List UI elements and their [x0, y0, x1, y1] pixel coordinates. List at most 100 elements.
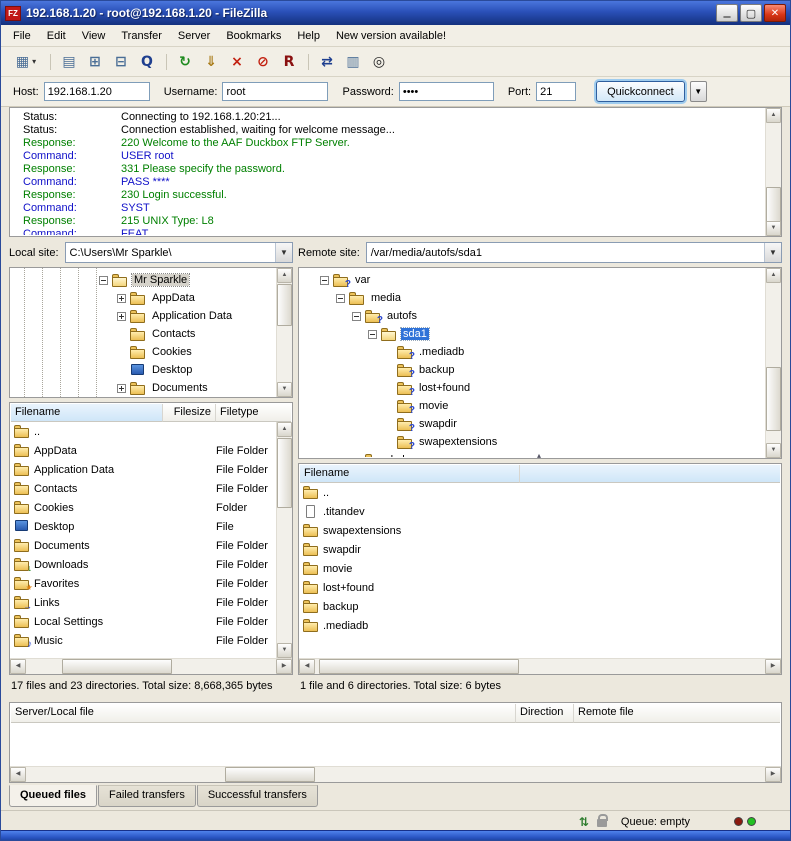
menu-item[interactable]: New version available! — [328, 26, 454, 46]
tree-expander[interactable] — [117, 294, 126, 303]
tree-item[interactable]: .mediadb — [300, 343, 764, 361]
queue-hscrollbar[interactable]: ◀ ▶ — [10, 766, 781, 782]
menu-item[interactable]: View — [74, 26, 114, 46]
file-row[interactable]: swapdir — [300, 540, 780, 559]
file-row[interactable]: Contacts File Folder — [11, 479, 275, 498]
tree-item[interactable]: var — [300, 271, 764, 289]
port-input[interactable] — [536, 82, 576, 101]
tree-expander[interactable] — [336, 294, 345, 303]
tree-item[interactable]: media — [300, 289, 764, 307]
file-row[interactable]: .. — [300, 483, 780, 502]
tree-expander[interactable] — [99, 276, 108, 285]
tree-item[interactable]: Documents — [11, 379, 275, 396]
scroll-up-button[interactable]: ▲ — [766, 108, 781, 123]
titlebar[interactable]: FZ 192.168.1.20 - root@192.168.1.20 - Fi… — [1, 1, 790, 25]
scroll-up-button[interactable]: ▲ — [277, 422, 292, 437]
password-input[interactable] — [399, 82, 494, 101]
column-header-filetype[interactable]: Filetype — [216, 404, 291, 422]
queue-tab[interactable]: Failed transfers — [98, 785, 196, 807]
file-row[interactable]: Documents File Folder — [11, 536, 275, 555]
file-row[interactable]: Music File Folder — [11, 631, 275, 650]
remote-tree-toggle[interactable]: ⊟ — [109, 50, 133, 74]
scroll-down-button[interactable]: ▼ — [277, 382, 292, 397]
directory-comparison-toggle[interactable]: ▥ — [341, 50, 365, 74]
log-scrollbar[interactable]: ▲ ▼ — [765, 108, 781, 236]
synchronized-browsing-toggle[interactable]: ⇄ — [315, 50, 339, 74]
scrollbar-thumb[interactable] — [319, 659, 519, 674]
file-row[interactable]: backup — [300, 597, 780, 616]
tree-item[interactable]: lost+found — [300, 379, 764, 397]
scrollbar-thumb[interactable] — [766, 187, 781, 223]
scrollbar-thumb[interactable] — [225, 767, 315, 782]
remote-list-hscrollbar[interactable]: ◀ ▶ — [299, 658, 781, 674]
file-row[interactable]: Local Settings File Folder — [11, 612, 275, 631]
scroll-down-button[interactable]: ▼ — [766, 443, 781, 458]
tree-item[interactable]: Application Data — [11, 307, 275, 325]
column-header-direction[interactable]: Direction — [516, 704, 574, 723]
scrollbar-thumb[interactable] — [277, 438, 292, 508]
tree-item[interactable]: AppData — [11, 289, 275, 307]
scroll-up-button[interactable]: ▲ — [766, 268, 781, 283]
scroll-down-button[interactable]: ▼ — [277, 643, 292, 658]
column-header-remote-file[interactable]: Remote file — [574, 704, 780, 723]
scroll-right-button[interactable]: ▶ — [765, 767, 781, 782]
tree-expander[interactable] — [320, 276, 329, 285]
maximize-button[interactable] — [740, 4, 762, 22]
menu-item[interactable]: Edit — [39, 26, 74, 46]
menu-item[interactable]: Help — [289, 26, 328, 46]
tree-expander[interactable] — [117, 312, 126, 321]
file-row[interactable]: Favorites File Folder — [11, 574, 275, 593]
file-row[interactable]: Desktop File — [11, 517, 275, 536]
scrollbar-thumb[interactable] — [277, 284, 292, 326]
local-site-combobox[interactable]: C:\Users\Mr Sparkle\ ▼ — [65, 242, 293, 263]
tree-item[interactable]: Mr Sparkle — [11, 271, 275, 289]
chevron-down-icon[interactable]: ▼ — [764, 243, 781, 262]
scroll-left-button[interactable]: ◀ — [10, 659, 26, 674]
tree-item[interactable]: Desktop — [11, 361, 275, 379]
message-log-toggle[interactable]: ▤ — [57, 50, 81, 74]
file-row[interactable]: .. — [11, 422, 275, 441]
menu-item[interactable]: File — [5, 26, 39, 46]
tree-item[interactable]: sda1 — [300, 325, 764, 343]
process-queue-button[interactable]: ⇓ — [199, 50, 223, 74]
remote-site-combobox[interactable]: /var/media/autofs/sda1 ▼ — [366, 242, 782, 263]
host-input[interactable] — [44, 82, 150, 101]
tree-item[interactable]: movie — [300, 397, 764, 415]
tree-expander[interactable] — [368, 330, 377, 339]
tree-expander[interactable] — [352, 312, 361, 321]
scroll-right-button[interactable]: ▶ — [276, 659, 292, 674]
tree-item[interactable]: Cookies — [11, 343, 275, 361]
menu-item[interactable]: Transfer — [113, 26, 170, 46]
panel-collapse-arrow[interactable]: ▴ — [537, 452, 541, 460]
transfer-queue-toggle[interactable]: Q — [135, 50, 159, 74]
queue-tab[interactable]: Successful transfers — [197, 785, 318, 807]
column-header-filename[interactable]: Filename — [300, 465, 520, 483]
reconnect-button[interactable]: R — [277, 50, 301, 74]
scroll-right-button[interactable]: ▶ — [765, 659, 781, 674]
scroll-left-button[interactable]: ◀ — [10, 767, 26, 782]
cancel-button[interactable]: × — [225, 50, 249, 74]
scrollbar-thumb[interactable] — [62, 659, 172, 674]
file-row[interactable]: Application Data File Folder — [11, 460, 275, 479]
column-header-server-local-file[interactable]: Server/Local file — [11, 704, 516, 723]
scrollbar-thumb[interactable] — [766, 367, 781, 432]
chevron-down-icon[interactable]: ▼ — [275, 243, 292, 262]
file-row[interactable]: movie — [300, 559, 780, 578]
tree-item[interactable]: swapdir — [300, 415, 764, 433]
local-tree-scrollbar[interactable]: ▲ ▼ — [276, 268, 292, 397]
file-row[interactable]: .mediadb — [300, 616, 780, 635]
scroll-down-button[interactable]: ▼ — [766, 221, 781, 236]
quickconnect-dropdown-button[interactable]: ▼ — [690, 81, 707, 102]
speed-limits-icon[interactable]: ⇅ — [579, 815, 589, 829]
local-tree-toggle[interactable]: ⊞ — [83, 50, 107, 74]
find-files-button[interactable]: ◎ — [367, 50, 391, 74]
tree-item[interactable]: autofs — [300, 307, 764, 325]
tree-expander[interactable] — [117, 384, 126, 393]
tree-item[interactable]: Contacts — [11, 325, 275, 343]
file-row[interactable]: AppData File Folder — [11, 441, 275, 460]
refresh-button[interactable]: ↻ — [173, 50, 197, 74]
scroll-up-button[interactable]: ▲ — [277, 268, 292, 283]
close-button[interactable] — [764, 4, 786, 22]
file-row[interactable]: Downloads File Folder — [11, 555, 275, 574]
menu-item[interactable]: Bookmarks — [218, 26, 289, 46]
